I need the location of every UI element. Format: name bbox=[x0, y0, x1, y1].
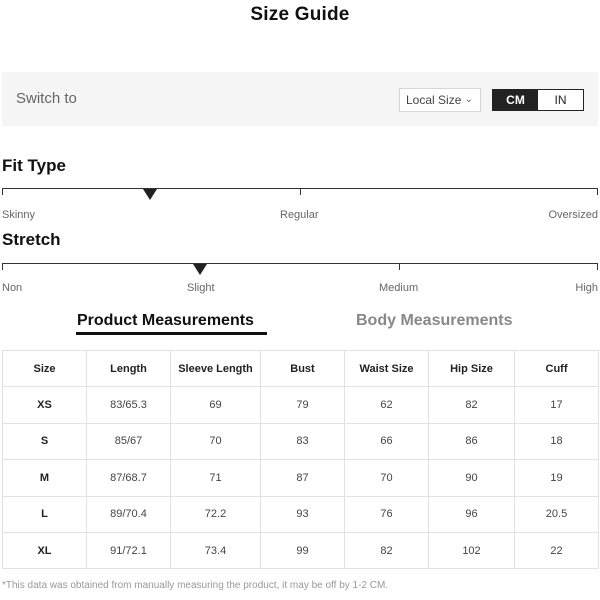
header-sleeve-length: Sleeve Length bbox=[170, 349, 261, 388]
cell-waist-size: 66 bbox=[344, 422, 429, 461]
stretch-tick bbox=[2, 263, 3, 270]
cell-hip-size: 82 bbox=[428, 386, 515, 424]
table-row: S 85/67 70 83 66 86 18 bbox=[2, 422, 599, 461]
cell-bust: 83 bbox=[260, 422, 345, 461]
header-length: Length bbox=[86, 349, 171, 388]
cell-sleeve-length: 69 bbox=[170, 386, 261, 424]
cell-bust: 99 bbox=[260, 531, 345, 570]
table-row: XS 83/65.3 69 79 62 82 17 bbox=[2, 386, 599, 424]
measurement-disclaimer: *This data was obtained from manually me… bbox=[2, 580, 389, 591]
cell-size: L bbox=[2, 495, 87, 533]
stretch-tick bbox=[597, 263, 598, 270]
header-bust: Bust bbox=[260, 349, 345, 388]
cell-hip-size: 102 bbox=[428, 531, 515, 570]
cell-cuff: 18 bbox=[514, 422, 599, 461]
chevron-down-icon: ⌄ bbox=[464, 94, 473, 105]
header-size: Size bbox=[2, 349, 87, 388]
tab-body-measurements[interactable]: Body Measurements bbox=[356, 312, 513, 330]
cell-size: S bbox=[2, 422, 87, 461]
fit-type-label-skinny: Skinny bbox=[2, 209, 36, 221]
cell-size: M bbox=[2, 459, 87, 497]
fit-type-label-regular: Regular bbox=[280, 209, 319, 221]
cell-sleeve-length: 71 bbox=[170, 459, 261, 497]
stretch-heading: Stretch bbox=[2, 230, 61, 249]
stretch-label-medium: Medium bbox=[379, 282, 419, 294]
size-system-value: Local Size bbox=[406, 93, 462, 107]
table-header-row: Size Length Sleeve Length Bust Waist Siz… bbox=[2, 349, 599, 388]
unit-toggle: CM IN bbox=[492, 89, 584, 111]
cell-size: XS bbox=[2, 386, 87, 424]
cell-cuff: 22 bbox=[514, 531, 599, 570]
unit-in-button[interactable]: IN bbox=[538, 90, 583, 110]
cell-cuff: 19 bbox=[514, 459, 599, 497]
page-title: Size Guide bbox=[250, 4, 350, 25]
stretch-marker-icon bbox=[193, 264, 207, 275]
cell-bust: 87 bbox=[260, 459, 345, 497]
cell-hip-size: 86 bbox=[428, 422, 515, 461]
cell-bust: 93 bbox=[260, 495, 345, 533]
table-row: XL 91/72.1 73.4 99 82 102 22 bbox=[2, 531, 599, 570]
tab-product-measurements[interactable]: Product Measurements bbox=[77, 312, 254, 330]
table-row: M 87/68.7 71 87 70 90 19 bbox=[2, 459, 599, 497]
cell-hip-size: 96 bbox=[428, 495, 515, 533]
cell-length: 89/70.4 bbox=[86, 495, 171, 533]
cell-waist-size: 76 bbox=[344, 495, 429, 533]
cell-sleeve-length: 70 bbox=[170, 422, 261, 461]
cell-cuff: 17 bbox=[514, 386, 599, 424]
cell-length: 87/68.7 bbox=[86, 459, 171, 497]
header-hip-size: Hip Size bbox=[428, 349, 515, 388]
active-tab-underline bbox=[76, 332, 267, 335]
cell-waist-size: 82 bbox=[344, 531, 429, 570]
switch-to-label: Switch to bbox=[16, 90, 77, 107]
cell-size: XL bbox=[2, 531, 87, 570]
unit-cm-button[interactable]: CM bbox=[493, 90, 538, 110]
fit-type-label-oversized: Oversized bbox=[548, 209, 598, 221]
fit-type-tick bbox=[300, 188, 301, 195]
stretch-label-high: High bbox=[575, 282, 598, 294]
cell-bust: 79 bbox=[260, 386, 345, 424]
table-row: L 89/70.4 72.2 93 76 96 20.5 bbox=[2, 495, 599, 533]
stretch-label-slight: Slight bbox=[187, 282, 215, 294]
cell-length: 83/65.3 bbox=[86, 386, 171, 424]
size-system-select[interactable]: Local Size ⌄ bbox=[399, 88, 481, 112]
cell-length: 91/72.1 bbox=[86, 531, 171, 570]
header-waist-size: Waist Size bbox=[344, 349, 429, 388]
fit-type-tick bbox=[597, 188, 598, 195]
cell-waist-size: 62 bbox=[344, 386, 429, 424]
fit-type-heading: Fit Type bbox=[2, 156, 66, 175]
stretch-label-non: Non bbox=[2, 282, 23, 294]
cell-sleeve-length: 72.2 bbox=[170, 495, 261, 533]
stretch-scale-line bbox=[2, 263, 598, 264]
cell-length: 85/67 bbox=[86, 422, 171, 461]
header-cuff: Cuff bbox=[514, 349, 599, 388]
fit-type-tick bbox=[2, 188, 3, 195]
stretch-tick bbox=[399, 263, 400, 270]
fit-type-marker-icon bbox=[143, 189, 157, 200]
cell-sleeve-length: 73.4 bbox=[170, 531, 261, 570]
cell-cuff: 20.5 bbox=[514, 495, 599, 533]
size-table: Size Length Sleeve Length Bust Waist Siz… bbox=[2, 349, 599, 570]
cell-waist-size: 70 bbox=[344, 459, 429, 497]
cell-hip-size: 90 bbox=[428, 459, 515, 497]
